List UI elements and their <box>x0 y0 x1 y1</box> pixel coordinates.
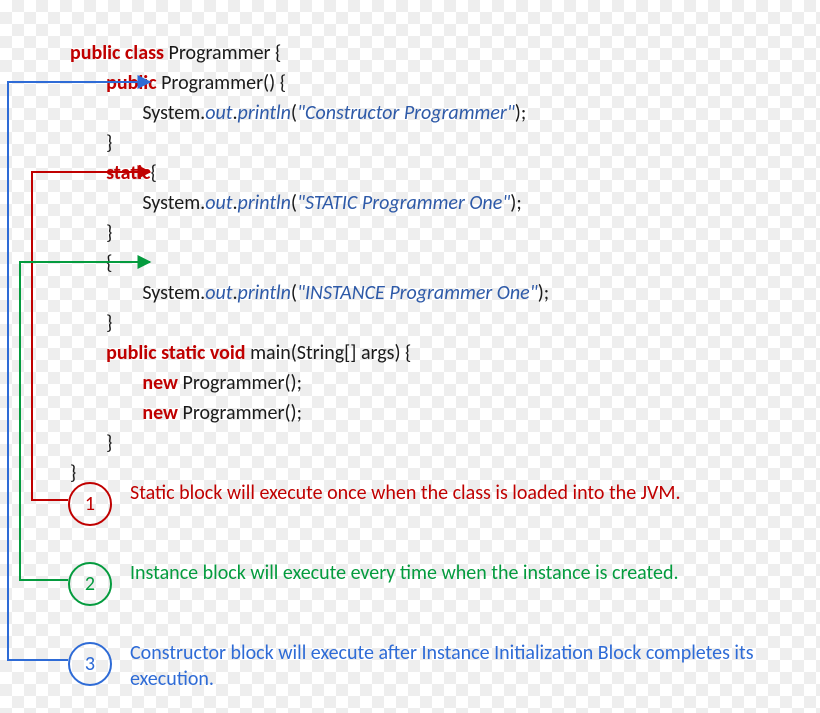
code-block: public class Programmer { public Program… <box>70 8 549 518</box>
legend-badge-1: 1 <box>68 482 112 526</box>
code-line-2: public Programmer() { <box>70 71 286 95</box>
code-line-5: static{ <box>70 161 157 185</box>
code-line-8: { <box>70 251 112 275</box>
legend-badge-2: 2 <box>68 562 112 606</box>
legend-text-2: Instance block will execute every time w… <box>130 560 788 586</box>
legend-text-3: Constructor block will execute after Ins… <box>130 640 788 692</box>
code-line-1: public class Programmer { <box>70 41 281 65</box>
legend-number-2: 2 <box>85 572 95 596</box>
code-line-3: System.out.println("Constructor Programm… <box>70 101 526 125</box>
code-line-4: } <box>70 131 112 155</box>
code-line-14: } <box>70 431 112 455</box>
legend-item-2: 2 Instance block will execute every time… <box>68 560 788 606</box>
code-line-12: new Programmer(); <box>70 371 302 395</box>
code-line-10: } <box>70 311 112 335</box>
code-line-13: new Programmer(); <box>70 401 302 425</box>
code-line-9: System.out.println("INSTANCE Programmer … <box>70 281 549 305</box>
legend-number-3: 3 <box>85 652 95 676</box>
legend-badge-3: 3 <box>68 642 112 686</box>
code-line-6: System.out.println("STATIC Programmer On… <box>70 191 522 215</box>
legend-number-1: 1 <box>85 492 95 516</box>
code-line-11: public static void main(String[] args) { <box>70 341 411 365</box>
legend-text-1: Static block will execute once when the … <box>130 480 788 506</box>
diagram-stage: public class Programmer { public Program… <box>0 0 820 713</box>
code-line-7: } <box>70 221 112 245</box>
legend-item-1: 1 Static block will execute once when th… <box>68 480 788 526</box>
legend-item-3: 3 Constructor block will execute after I… <box>68 640 788 692</box>
